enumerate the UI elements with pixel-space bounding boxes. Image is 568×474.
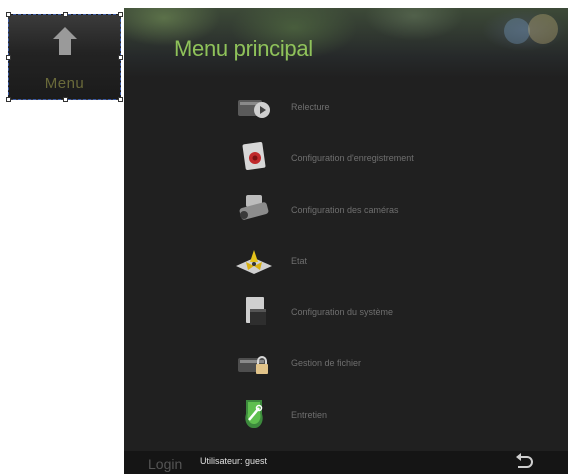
status-bar: Login Utilisateur: guest: [124, 451, 568, 474]
page-title: Menu principal: [174, 36, 313, 61]
system-config-icon: [246, 297, 266, 325]
camera-icon: [239, 195, 269, 220]
menu-item-status[interactable]: Etat: [234, 244, 534, 284]
menu-item-label: Configuration d'enregistrement: [291, 153, 414, 163]
resize-handle[interactable]: [63, 12, 68, 17]
menu-item-maintenance[interactable]: Entretien: [234, 398, 534, 438]
menu-item-label: Entretien: [291, 410, 328, 420]
resize-handle[interactable]: [63, 97, 68, 102]
resize-handle[interactable]: [118, 12, 123, 17]
record-config-icon: [242, 141, 266, 171]
main-menu-panel: Menu principal Relecture Configuration d…: [124, 8, 568, 474]
resize-handle[interactable]: [6, 97, 11, 102]
menu-button-label: Menu: [44, 75, 85, 92]
menu-item-system-config[interactable]: Configuration du système: [234, 295, 534, 335]
menu-item-label: Etat: [291, 256, 308, 266]
menu-item-label: Configuration du système: [291, 307, 394, 317]
menu-item-label: Configuration des caméras: [291, 205, 399, 215]
menu-item-record-config[interactable]: Configuration d'enregistrement: [234, 141, 534, 181]
menu-item-playback[interactable]: Relecture: [234, 90, 534, 130]
resize-handle[interactable]: [6, 12, 11, 17]
menu-item-camera-config[interactable]: Configuration des caméras: [234, 193, 534, 233]
menu-item-label: Relecture: [291, 102, 330, 112]
resize-handle[interactable]: [6, 55, 11, 60]
status-icon: [236, 250, 272, 274]
home-icon: [53, 27, 77, 55]
menu-item-label: Gestion de fichier: [291, 358, 362, 368]
menu-item-file-management[interactable]: Gestion de fichier: [234, 346, 534, 386]
resize-handle[interactable]: [118, 55, 123, 60]
bokeh-light: [528, 14, 558, 44]
playback-icon: [238, 100, 270, 118]
current-user-label: Utilisateur: guest: [200, 456, 268, 466]
login-link[interactable]: Login: [148, 456, 182, 472]
bokeh-light: [504, 18, 530, 44]
back-icon[interactable]: [514, 453, 534, 471]
resize-handle[interactable]: [118, 97, 123, 102]
menu-button[interactable]: Menu: [6, 12, 123, 102]
maintenance-icon: [245, 400, 263, 429]
file-management-icon: [238, 356, 268, 374]
